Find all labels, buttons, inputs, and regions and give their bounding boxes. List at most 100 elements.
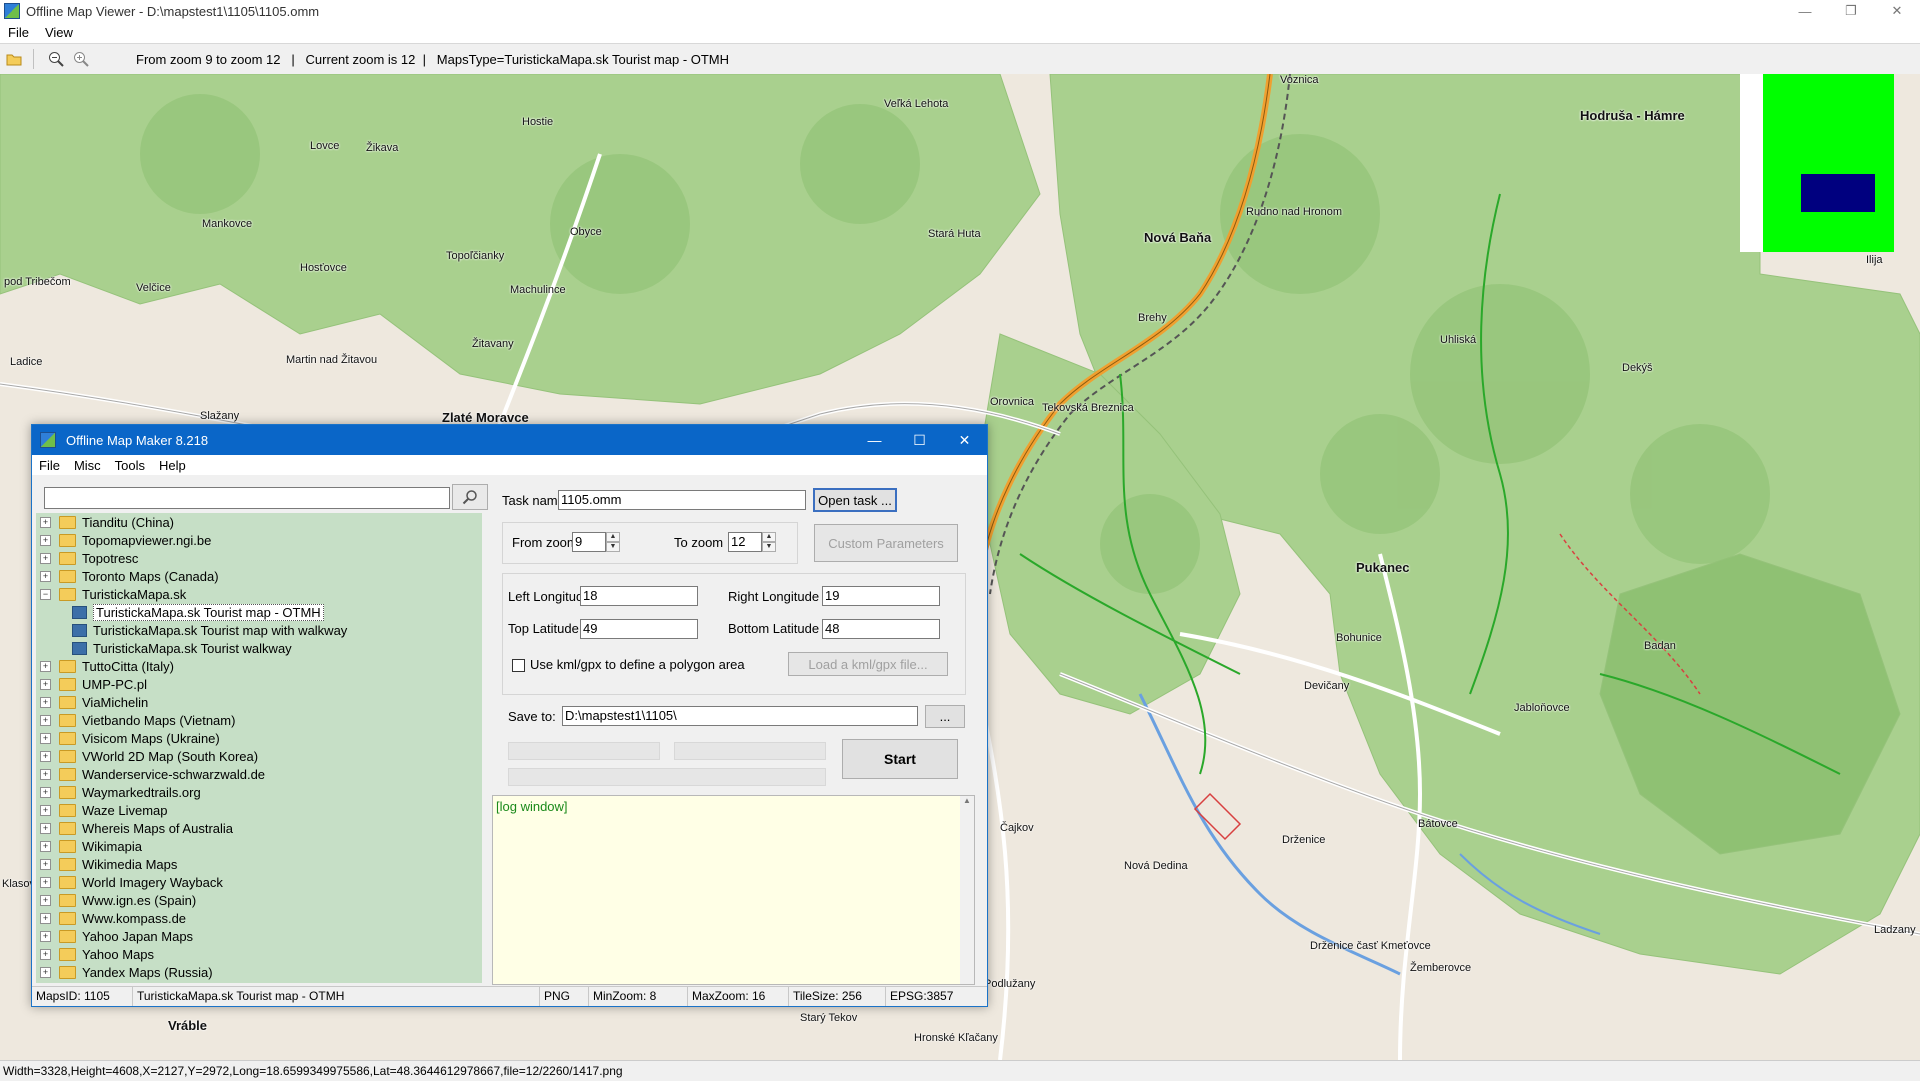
dialog-menu-help[interactable]: Help [152, 458, 193, 473]
log-scrollbar[interactable]: ▲ [960, 796, 974, 984]
expand-icon[interactable]: + [40, 966, 51, 978]
close-button[interactable]: ✕ [1874, 0, 1920, 22]
to-zoom-spinner[interactable]: ▲ ▼ [762, 532, 776, 552]
map-icon [72, 623, 87, 637]
expand-icon[interactable]: + [40, 732, 51, 744]
expand-icon[interactable]: + [40, 948, 51, 960]
dialog-minimize-button[interactable]: — [852, 425, 897, 455]
tree-folder-item[interactable]: + Waymarkedtrails.org [36, 783, 482, 801]
map-source-tree[interactable]: + Tianditu (China) + Topomapviewer.ngi.be + T… [36, 513, 482, 983]
maximize-button[interactable]: ❐ [1828, 0, 1874, 22]
tree-folder-item[interactable]: − TuristickaMapa.sk [36, 585, 482, 603]
expand-icon[interactable]: + [40, 696, 51, 708]
tree-folder-item[interactable]: + Visicom Maps (Ukraine) [36, 729, 482, 747]
task-name-field[interactable]: 1105.omm [558, 490, 806, 510]
expand-icon[interactable]: + [40, 552, 51, 564]
map-label: Drženice časť Kmeťovce [1310, 940, 1431, 952]
search-button[interactable] [452, 484, 488, 510]
load-kml-button[interactable]: Load a kml/gpx file... [788, 652, 948, 676]
tree-folder-item[interactable]: + Www.kompass.de [36, 909, 482, 927]
expand-icon[interactable]: + [40, 912, 51, 924]
expand-icon[interactable]: + [40, 570, 51, 582]
from-zoom-spinner[interactable]: ▲ ▼ [606, 532, 620, 552]
dialog-menu-file[interactable]: File [32, 458, 67, 473]
tree-folder-item[interactable]: + ViaMichelin [36, 693, 482, 711]
map-search-input[interactable] [44, 487, 450, 509]
tree-map-item[interactable]: TuristickaMapa.sk Tourist map - OTMH [36, 603, 482, 621]
start-button[interactable]: Start [842, 739, 958, 779]
minimize-button[interactable]: — [1782, 0, 1828, 22]
map-label: Tekovská Breznica [1042, 402, 1134, 414]
custom-parameters-button[interactable]: Custom Parameters [814, 524, 958, 562]
tree-folder-item[interactable]: + Topomapviewer.ngi.be [36, 531, 482, 549]
zoom-out-icon[interactable] [45, 48, 67, 70]
tree-item-label: Yandex Maps (Russia) [82, 964, 213, 980]
from-zoom-field[interactable]: 9 [572, 532, 606, 552]
dialog-maximize-button[interactable]: ☐ [897, 425, 942, 455]
expand-icon[interactable]: + [40, 516, 51, 528]
menu-view[interactable]: View [37, 25, 81, 40]
expand-icon[interactable]: + [40, 678, 51, 690]
right-longitude-field[interactable]: 19 [822, 586, 940, 606]
tree-map-item[interactable]: TuristickaMapa.sk Tourist walkway [36, 639, 482, 657]
left-longitude-field[interactable]: 18 [580, 586, 698, 606]
top-latitude-label: Top Latitude [508, 621, 579, 636]
tree-folder-item[interactable]: + World Imagery Wayback [36, 873, 482, 891]
expand-icon[interactable]: + [40, 858, 51, 870]
tree-folder-item[interactable]: + Wanderservice-schwarzwald.de [36, 765, 482, 783]
tree-folder-item[interactable]: + TuttoCitta (Italy) [36, 657, 482, 675]
expand-icon[interactable]: + [40, 786, 51, 798]
open-folder-icon[interactable] [3, 48, 25, 70]
expand-icon[interactable]: + [40, 930, 51, 942]
tree-folder-item[interactable]: + Waze Livemap [36, 801, 482, 819]
top-latitude-field[interactable]: 49 [580, 619, 698, 639]
folder-icon [59, 515, 76, 529]
collapse-icon[interactable]: − [40, 588, 51, 600]
to-zoom-field[interactable]: 12 [728, 532, 762, 552]
tree-folder-item[interactable]: + VWorld 2D Map (South Korea) [36, 747, 482, 765]
open-task-button[interactable]: Open task ... [813, 488, 897, 512]
zoom-in-icon[interactable] [70, 48, 92, 70]
tree-folder-item[interactable]: + Yahoo Maps [36, 945, 482, 963]
expand-icon[interactable]: + [40, 660, 51, 672]
minimap-viewport[interactable] [1801, 174, 1875, 212]
expand-icon[interactable]: + [40, 750, 51, 762]
tree-folder-item[interactable]: + Topotresc [36, 549, 482, 567]
expand-icon[interactable]: + [40, 714, 51, 726]
tree-folder-item[interactable]: + Tianditu (China) [36, 513, 482, 531]
bottom-latitude-field[interactable]: 48 [822, 619, 940, 639]
tree-folder-item[interactable]: + Yandex Maps (Russia) [36, 963, 482, 981]
format-status: PNG [540, 987, 589, 1006]
dialog-menu-bar: File Misc Tools Help [32, 455, 987, 475]
tree-map-item[interactable]: TuristickaMapa.sk Tourist map with walkw… [36, 621, 482, 639]
expand-icon[interactable]: + [40, 894, 51, 906]
save-to-field[interactable]: D:\mapstest1\1105\ [562, 706, 918, 726]
dialog-menu-misc[interactable]: Misc [67, 458, 108, 473]
tree-folder-item[interactable]: + Www.ign.es (Spain) [36, 891, 482, 909]
dialog-title-bar[interactable]: Offline Map Maker 8.218 — ☐ ✕ [32, 425, 987, 455]
tree-folder-item[interactable]: + Vietbando Maps (Vietnam) [36, 711, 482, 729]
dialog-menu-tools[interactable]: Tools [108, 458, 152, 473]
map-label: Žemberovce [1410, 962, 1472, 974]
tree-item-label: TuristickaMapa.sk [82, 586, 187, 602]
menu-file[interactable]: File [0, 25, 37, 40]
tree-folder-item[interactable]: + Wikimapia [36, 837, 482, 855]
tree-item-label: Waymarkedtrails.org [82, 784, 201, 800]
expand-icon[interactable]: + [40, 804, 51, 816]
overview-minimap[interactable] [1763, 74, 1894, 252]
expand-icon[interactable]: + [40, 840, 51, 852]
tree-folder-item[interactable]: + UMP-PC.pl [36, 675, 482, 693]
log-window[interactable]: [log window] ▲ [492, 795, 975, 985]
tree-folder-item[interactable]: + Whereis Maps of Australia [36, 819, 482, 837]
map-label: Podlužany [984, 978, 1036, 990]
expand-icon[interactable]: + [40, 822, 51, 834]
dialog-close-button[interactable]: ✕ [942, 425, 987, 455]
kml-polygon-checkbox[interactable] [512, 659, 525, 672]
expand-icon[interactable]: + [40, 876, 51, 888]
tree-folder-item[interactable]: + Wikimedia Maps [36, 855, 482, 873]
browse-button[interactable]: ... [925, 705, 965, 728]
expand-icon[interactable]: + [40, 534, 51, 546]
expand-icon[interactable]: + [40, 768, 51, 780]
tree-folder-item[interactable]: + Toronto Maps (Canada) [36, 567, 482, 585]
tree-folder-item[interactable]: + Yahoo Japan Maps [36, 927, 482, 945]
